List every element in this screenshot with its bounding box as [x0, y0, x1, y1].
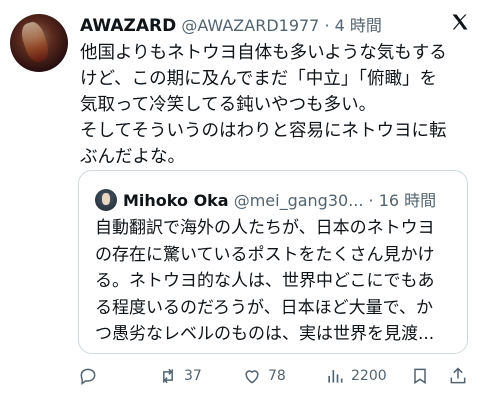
retweet-button[interactable]: 37 [158, 364, 202, 388]
like-button[interactable]: 78 [242, 364, 286, 388]
quote-avatar[interactable] [95, 189, 117, 211]
x-logo-icon [452, 14, 468, 30]
tweet-text: 他国よりもネトウヨ自体も多いような気もする けど、この期に及んでまだ「中立」「俯… [80, 43, 447, 167]
views-icon [328, 370, 343, 383]
tweet-header: AWAZARD @AWAZARD1977 · 4 時間 [80, 12, 466, 36]
author-handle-time[interactable]: @AWAZARD1977 · 4 時間 [181, 16, 382, 35]
author-name[interactable]: AWAZARD [80, 16, 176, 36]
quote-header: Mihoko Oka @mei_gang30... · 16 時間 [123, 187, 457, 211]
share-button[interactable] [448, 364, 468, 388]
views-count: 2200 [351, 368, 387, 384]
bookmark-icon [414, 368, 426, 385]
reply-icon [80, 368, 96, 385]
views-button[interactable]: 2200 [325, 364, 387, 388]
bookmark-button[interactable] [410, 364, 430, 388]
share-icon [450, 367, 466, 384]
heart-icon [245, 370, 259, 384]
quoted-tweet[interactable]: Mihoko Oka @mei_gang30... · 16 時間 自動翻訳で海… [78, 170, 468, 354]
quote-handle-time: @mei_gang30... · 16 時間 [233, 191, 437, 210]
retweet-count: 37 [184, 368, 202, 384]
quote-text: 自動翻訳で海外の人たちが、日本のネトウヨ の存在に驚いているポストをたくさん見か… [95, 218, 435, 344]
reply-button[interactable] [78, 364, 98, 388]
quote-author-name: Mihoko Oka [123, 191, 229, 210]
like-count: 78 [268, 368, 286, 384]
action-bar: 37 78 2200 [78, 364, 470, 388]
avatar[interactable] [10, 14, 68, 72]
retweet-icon [163, 368, 173, 384]
